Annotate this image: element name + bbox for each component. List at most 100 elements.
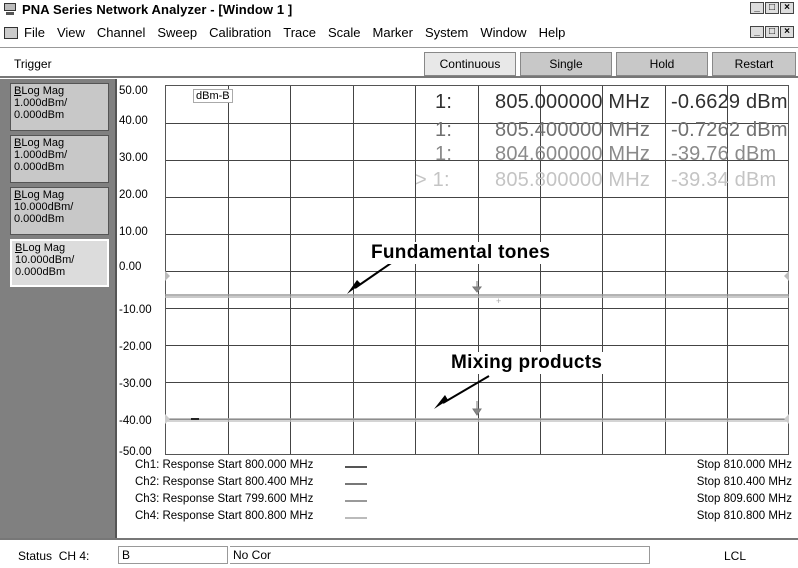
- menu-file[interactable]: File: [24, 25, 45, 40]
- marker-readout-2: 1: 805.400000 MHz -0.7262 dBm: [435, 119, 788, 142]
- marker-frequency: 805.800000 MHz: [495, 169, 651, 191]
- trace-format: Log Mag: [21, 189, 65, 201]
- channel-start-3: Ch3: Response Start 799.600 MHz: [135, 493, 367, 505]
- trace-scale: 10.000dBm/: [15, 254, 75, 266]
- channel-stop-3: Stop 809.600 MHz: [696, 493, 792, 505]
- marker-frequency: 805.400000 MHz: [495, 119, 651, 141]
- y-tick-label: 20.00: [119, 189, 148, 201]
- marker-frequency: 805.000000 MHz: [495, 91, 651, 113]
- menu-scale[interactable]: Scale: [328, 25, 361, 40]
- trace-status-4[interactable]: BLog Mag 10.000dBm/ 0.000dBm: [10, 239, 109, 287]
- trace-ref: 0.000dBm: [14, 161, 65, 173]
- lcl-indicator: LCL: [723, 549, 746, 563]
- channel-start-text: Ch2: Response Start 800.400 MHz: [135, 476, 314, 488]
- channel-start-text: Ch3: Response Start 799.600 MHz: [135, 493, 314, 505]
- annotation-mixing-products: Mixing products: [449, 352, 605, 374]
- annotation-fundamental-tones: Fundamental tones: [369, 242, 553, 264]
- menu-window[interactable]: Window: [480, 25, 526, 40]
- window-title: PNA Series Network Analyzer - [Window 1 …: [22, 1, 293, 17]
- title-bar: PNA Series Network Analyzer - [Window 1 …: [0, 0, 798, 18]
- trace-format: Log Mag: [21, 85, 65, 97]
- y-tick-label: -40.00: [119, 415, 152, 427]
- y-tick-label: -20.00: [119, 341, 152, 353]
- channel-stop-2: Stop 810.400 MHz: [696, 476, 792, 488]
- reference-level-icon: [165, 271, 170, 281]
- marker-readout-4: > 1: 805.800000 MHz -39.34 dBm: [415, 169, 776, 192]
- channel-start-2: Ch2: Response Start 800.400 MHz: [135, 476, 367, 488]
- trigger-label: Trigger: [14, 57, 52, 71]
- channel-stop-4: Stop 810.800 MHz: [696, 510, 792, 522]
- y-tick-label: 30.00: [119, 152, 148, 164]
- trace-status-3[interactable]: BLog Mag 10.000dBm/ 0.000dBm: [10, 187, 109, 235]
- trace-status-panel: BLog Mag 1.000dBm/ 0.000dBm BLog Mag 1.0…: [0, 79, 117, 538]
- marker-mixing-icon: [472, 401, 482, 416]
- analyzer-icon[interactable]: [3, 2, 19, 16]
- trace-scale: 1.000dBm/: [14, 149, 68, 161]
- trace-format: Log Mag: [22, 242, 66, 254]
- reference-level-icon: [784, 414, 789, 424]
- channel-stop-1: Stop 810.000 MHz: [696, 459, 792, 471]
- menu-sweep[interactable]: Sweep: [157, 25, 197, 40]
- trace-format: Log Mag: [21, 137, 65, 149]
- channel-start-text: Ch4: Response Start 800.800 MHz: [135, 510, 314, 522]
- marker-id: > 1:: [415, 169, 450, 191]
- menu-system[interactable]: System: [425, 25, 468, 40]
- minimize-icon[interactable]: _: [750, 2, 764, 14]
- y-tick-label: -30.00: [119, 378, 152, 390]
- trace-scale: 10.000dBm/: [14, 201, 74, 213]
- menu-bar: File View Channel Sweep Calibration Trac…: [0, 18, 798, 48]
- trace-ref: 0.000dBm: [14, 109, 65, 121]
- marker-value: -0.6629 dBm: [671, 91, 788, 113]
- trace-ref: 0.000dBm: [14, 213, 65, 225]
- trace-scale: 1.000dBm/: [14, 97, 68, 109]
- trace-status-2[interactable]: BLog Mag 1.000dBm/ 0.000dBm: [10, 135, 109, 183]
- y-tick-label: 50.00: [119, 85, 148, 97]
- y-tick-label: 0.00: [119, 261, 142, 273]
- close-icon[interactable]: ×: [780, 2, 794, 14]
- trigger-toolbar: Trigger Continuous Single Hold Restart: [0, 48, 798, 78]
- trace-status-1[interactable]: BLog Mag 1.000dBm/ 0.000dBm: [10, 83, 109, 131]
- reference-level-icon: [165, 414, 170, 424]
- y-tick-label: -10.00: [119, 304, 152, 316]
- marker-id: 1:: [435, 143, 453, 165]
- channel-start-4: Ch4: Response Start 800.800 MHz: [135, 510, 367, 522]
- restart-button[interactable]: Restart: [712, 52, 796, 76]
- marker-value: -0.7262 dBm: [671, 119, 788, 141]
- marker-frequency: 804.600000 MHz: [495, 143, 651, 165]
- channel-color-swatch: [345, 517, 367, 519]
- measurement-display: 50.00 40.00 30.00 20.00 10.00 0.00 -10.0…: [117, 79, 798, 538]
- status-bar: Status CH 4: B No Cor LCL: [0, 538, 798, 568]
- continuous-button[interactable]: Continuous: [424, 52, 516, 76]
- channel-color-swatch: [345, 483, 367, 485]
- doc-restore-icon[interactable]: □: [765, 26, 779, 38]
- restore-icon[interactable]: □: [765, 2, 779, 14]
- status-trace-field: B: [118, 546, 228, 564]
- menu-channel[interactable]: Channel: [97, 25, 145, 40]
- marker-id: 1:: [435, 91, 453, 113]
- single-button[interactable]: Single: [520, 52, 612, 76]
- menu-calibration[interactable]: Calibration: [209, 25, 271, 40]
- marker-tick: +: [496, 296, 501, 306]
- channel-color-swatch: [345, 500, 367, 502]
- document-icon[interactable]: [4, 26, 18, 39]
- annotation-arrow-mixing: [442, 375, 490, 404]
- hold-button[interactable]: Hold: [616, 52, 708, 76]
- status-label: Status CH 4:: [18, 549, 90, 563]
- reference-level-icon: [784, 271, 789, 281]
- trace-unit-tag: dBm-B: [193, 89, 233, 103]
- y-tick-label: 10.00: [119, 226, 148, 238]
- marker-readout-3: 1: 804.600000 MHz -39.76 dBm: [435, 143, 776, 166]
- menu-help[interactable]: Help: [539, 25, 566, 40]
- channel-start-1: Ch1: Response Start 800.000 MHz: [135, 459, 367, 471]
- trace-ref: 0.000dBm: [15, 266, 66, 278]
- doc-close-icon[interactable]: ×: [780, 26, 794, 38]
- menu-marker[interactable]: Marker: [373, 25, 413, 40]
- y-tick-label: 40.00: [119, 115, 148, 127]
- annotation-arrowhead: [347, 280, 361, 294]
- marker-value: -39.76 dBm: [671, 143, 777, 165]
- doc-minimize-icon[interactable]: _: [750, 26, 764, 38]
- marker-fundamental-icon: [471, 281, 483, 293]
- menu-trace[interactable]: Trace: [283, 25, 316, 40]
- menu-view[interactable]: View: [57, 25, 85, 40]
- status-correction-field: No Cor: [230, 546, 650, 564]
